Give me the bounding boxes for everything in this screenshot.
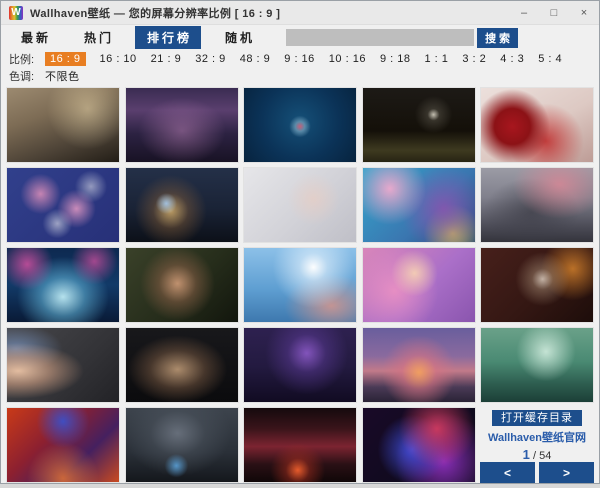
- window-title: Wallhaven壁纸 — 您的屏幕分辨率比例 [ 16 : 9 ]: [30, 5, 280, 21]
- wallpaper-thumbnail-rainy-green-street[interactable]: [480, 327, 594, 403]
- current-page: 1: [523, 447, 530, 462]
- tab-popular[interactable]: 热门: [72, 26, 123, 49]
- wallpaper-thumbnail-night-desk-setup[interactable]: [125, 167, 239, 243]
- tone-filter-row: 色调: 不限色: [1, 67, 599, 84]
- ratio-option-32-9[interactable]: 32 : 9: [195, 53, 226, 65]
- prev-page-button[interactable]: <: [480, 462, 535, 483]
- tone-options: 不限色: [45, 68, 80, 84]
- tone-option-any-color[interactable]: 不限色: [45, 68, 80, 84]
- search-button[interactable]: 搜索: [477, 28, 518, 48]
- wallpaper-thumbnail-girls-in-doorway[interactable]: [125, 327, 239, 403]
- ratio-option-16-10[interactable]: 16 : 10: [100, 53, 137, 65]
- tone-label: 色调:: [9, 68, 43, 84]
- ratio-option-3-2[interactable]: 3 : 2: [462, 53, 486, 65]
- wallpaper-thumbnail-red-kimono-girl[interactable]: [480, 87, 594, 163]
- app-logo-icon: W: [9, 6, 23, 20]
- wallpaper-thumbnail-moonlit-village-night[interactable]: [362, 87, 476, 163]
- ratio-option-16-9[interactable]: 16 : 9: [45, 52, 86, 66]
- wallpaper-thumbnail-seraphine-selfie[interactable]: [362, 247, 476, 323]
- wallpaper-thumbnail-purple-city-skyline[interactable]: [125, 87, 239, 163]
- open-cache-directory-button[interactable]: 打开缓存目录: [492, 410, 582, 426]
- ratio-filter-row: 比例: 16 : 9 16 : 10 21 : 9 32 : 9 48 : 9 9 : 1…: [1, 50, 599, 67]
- tab-latest[interactable]: 最新: [9, 26, 60, 49]
- ratio-options: 16 : 9 16 : 10 21 : 9 32 : 9 48 : 9 9 : 16 10 …: [45, 52, 562, 66]
- title-bar: W Wallhaven壁纸 — 您的屏幕分辨率比例 [ 16 : 9 ] – □…: [1, 1, 599, 25]
- pager: < >: [480, 462, 594, 483]
- ratio-option-21-9[interactable]: 21 : 9: [151, 53, 182, 65]
- ratio-option-9-16[interactable]: 9 : 16: [284, 53, 315, 65]
- ratio-option-48-9[interactable]: 48 : 9: [240, 53, 271, 65]
- wallpaper-thumbnail-star-trails-sunset-van[interactable]: [362, 327, 476, 403]
- wallpaper-thumbnail-hand-reaching-sky[interactable]: [243, 247, 357, 323]
- ratio-option-4-3[interactable]: 4 : 3: [500, 53, 524, 65]
- close-icon[interactable]: ×: [569, 1, 599, 24]
- minimize-icon[interactable]: –: [509, 1, 539, 24]
- next-page-button[interactable]: >: [539, 462, 594, 483]
- wallpaper-thumbnail-hogwarts-castle[interactable]: [125, 407, 239, 483]
- window-controls: – □ ×: [509, 1, 599, 24]
- wallpaper-thumbnail-blue-cave-waterfall[interactable]: [6, 247, 120, 323]
- wallpaper-thumbnail-cockpit-anime-girl[interactable]: [6, 87, 120, 163]
- wallpaper-thumbnail-glossy-cube-blue[interactable]: [243, 87, 357, 163]
- page-separator: /: [533, 450, 536, 462]
- ratio-option-1-1[interactable]: 1 : 1: [424, 53, 448, 65]
- wallpaper-thumbnail-purple-nebula[interactable]: [362, 407, 476, 483]
- nav-bar: 最新热门排行榜随机 搜索: [1, 25, 599, 50]
- app-window: W Wallhaven壁纸 — 您的屏幕分辨率比例 [ 16 : 9 ] – □…: [0, 0, 600, 484]
- wallpaper-thumbnail-jellyfish-aquarium-girl[interactable]: [362, 167, 476, 243]
- ratio-option-10-16[interactable]: 10 : 16: [329, 53, 366, 65]
- ratio-option-9-18[interactable]: 9 : 18: [380, 53, 411, 65]
- wallpaper-thumbnail-pink-hair-photo-collage[interactable]: [6, 167, 120, 243]
- page-indicator: 1 / 54: [523, 447, 552, 462]
- tab-random[interactable]: 随机: [213, 26, 264, 49]
- wallpaper-thumbnail-tattoo-girl-dark[interactable]: [125, 247, 239, 323]
- tab-ranking[interactable]: 排行榜: [135, 26, 201, 49]
- maximize-icon[interactable]: □: [539, 1, 569, 24]
- official-site-link[interactable]: Wallhaven壁纸官网: [488, 429, 586, 445]
- wallpaper-thumbnail-denim-shorts-legs[interactable]: [6, 327, 120, 403]
- wallpaper-grid: 打开缓存目录 Wallhaven壁纸官网 1 / 54 < >: [1, 84, 599, 488]
- ratio-label: 比例:: [9, 51, 43, 67]
- wallpaper-thumbnail-white-elf-portrait[interactable]: [243, 167, 357, 243]
- control-panel: 打开缓存目录 Wallhaven壁纸官网 1 / 54 < >: [480, 407, 594, 483]
- ratio-option-5-4[interactable]: 5 : 4: [538, 53, 562, 65]
- tab-list: 最新热门排行榜随机: [9, 26, 276, 49]
- wallpaper-thumbnail-time-over-neon[interactable]: [6, 407, 120, 483]
- wallpaper-thumbnail-purple-night-landscape[interactable]: [243, 327, 357, 403]
- search-input[interactable]: [286, 29, 474, 46]
- wallpaper-thumbnail-red-sunset-tent[interactable]: [243, 407, 357, 483]
- wallpaper-thumbnail-dragon-skeleton-clouds[interactable]: [480, 167, 594, 243]
- total-pages: 54: [539, 450, 551, 462]
- wallpaper-thumbnail-dark-fantasy-characters[interactable]: [480, 247, 594, 323]
